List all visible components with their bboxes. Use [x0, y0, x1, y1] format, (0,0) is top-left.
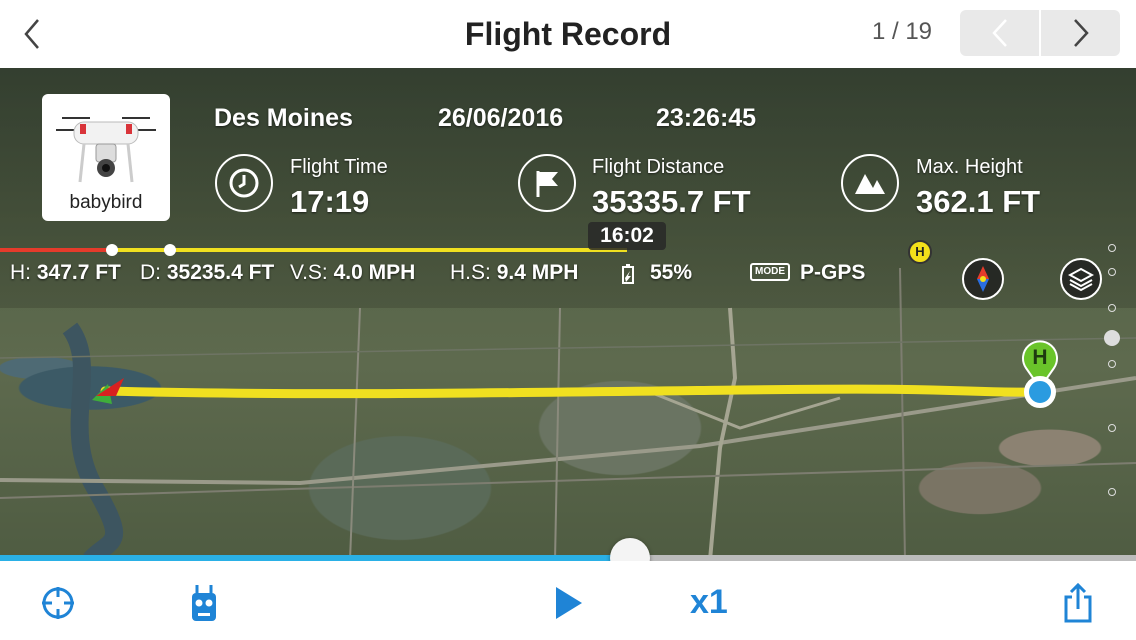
telemetry-vertical-speed: V.S: 4.0 MPH	[290, 261, 415, 285]
share-icon	[1064, 583, 1092, 623]
page-indicator: 1 / 19	[871, 18, 933, 45]
mountain-icon	[841, 154, 899, 212]
share-button[interactable]	[1058, 581, 1098, 625]
aircraft-card: babybird	[42, 94, 170, 221]
map-view[interactable]: H H babybird Des Moines 26/06/2016 23:26…	[0, 68, 1136, 560]
zoom-scale-dot	[1108, 424, 1116, 432]
home-point-marker: H	[1020, 340, 1060, 410]
crosshair-icon	[42, 587, 74, 619]
previous-record-button[interactable]	[960, 10, 1039, 56]
telemetry-horizontal-speed: H.S: 9.4 MPH	[450, 261, 578, 285]
clock-icon	[215, 154, 273, 212]
battery-value: 55%	[650, 261, 692, 285]
home-pin-label: H	[1032, 346, 1048, 369]
telemetry-height: H: 347.7 FT	[10, 261, 121, 285]
map-layers-button[interactable]	[1060, 258, 1102, 300]
horizontal-speed-label: H.S:	[450, 261, 491, 284]
distance-label: D:	[140, 261, 161, 284]
zoom-scale-dot	[1108, 268, 1116, 276]
locate-aircraft-button[interactable]	[38, 581, 78, 625]
flight-time-value: 17:19	[290, 184, 370, 219]
zoom-scale-dot	[1108, 360, 1116, 368]
progress-red-segment	[0, 248, 112, 252]
bottom-toolbar: x1	[0, 561, 1136, 640]
battery-percentage: 55%	[650, 261, 693, 284]
mode-badge: MODE	[750, 263, 790, 281]
vertical-speed-label: V.S:	[290, 261, 328, 284]
flag-icon	[518, 154, 576, 212]
horizontal-speed-value: 9.4 MPH	[496, 261, 579, 284]
layers-icon	[1068, 267, 1094, 292]
header-bar: Flight Record 1 / 19	[0, 0, 1136, 68]
zoom-scale-dot	[1108, 244, 1116, 252]
flight-time-of-day: 23:26:45	[656, 104, 757, 132]
playback-speed-button[interactable]: x1	[690, 583, 728, 622]
next-record-button[interactable]	[1039, 10, 1120, 56]
progress-marker-start	[106, 244, 118, 256]
progress-yellow-segment	[112, 248, 627, 252]
flight-mode-value: P-GPS	[800, 261, 866, 284]
progress-marker-mid	[164, 244, 176, 256]
zoom-level-knob[interactable]	[1104, 330, 1120, 346]
aircraft-current-location	[1024, 376, 1056, 408]
drone-image-icon	[56, 117, 156, 183]
playback-timestamp: 16:02	[588, 222, 666, 250]
map-roads	[0, 267, 1136, 560]
flight-distance-label: Flight Distance	[592, 156, 725, 178]
home-small-marker: H	[908, 240, 932, 264]
flight-location: Des Moines	[214, 104, 353, 132]
compass-button[interactable]	[962, 258, 1004, 300]
max-height-label: Max. Height	[916, 156, 1023, 178]
flight-date: 26/06/2016	[438, 104, 564, 132]
zoom-scale-dot	[1108, 304, 1116, 312]
remote-controller-button[interactable]	[184, 581, 224, 625]
chevron-left-icon	[991, 19, 1007, 47]
remote-controller-icon	[192, 585, 216, 621]
record-navigation	[960, 10, 1120, 56]
flight-time-label: Flight Time	[290, 156, 388, 178]
drone-name: babybird	[69, 192, 143, 213]
battery-icon	[622, 264, 634, 284]
distance-value: 35235.4 FT	[166, 261, 275, 284]
telemetry-distance: D: 35235.4 FT	[140, 261, 274, 285]
zoom-scale-dot	[1108, 488, 1116, 496]
drone-position-arrow-icon	[96, 378, 124, 396]
chevron-right-icon	[1073, 19, 1089, 47]
play-icon	[556, 587, 582, 619]
flight-path	[100, 384, 1041, 399]
max-height-value: 362.1 FT	[916, 184, 1041, 219]
height-value: 347.7 FT	[36, 261, 121, 284]
flight-distance-value: 35335.7 FT	[592, 184, 751, 219]
flight-mode: P-GPS	[800, 261, 865, 285]
play-button[interactable]	[548, 581, 588, 625]
vertical-speed-value: 4.0 MPH	[333, 261, 416, 284]
compass-icon	[977, 266, 989, 292]
height-label: H:	[10, 261, 31, 284]
